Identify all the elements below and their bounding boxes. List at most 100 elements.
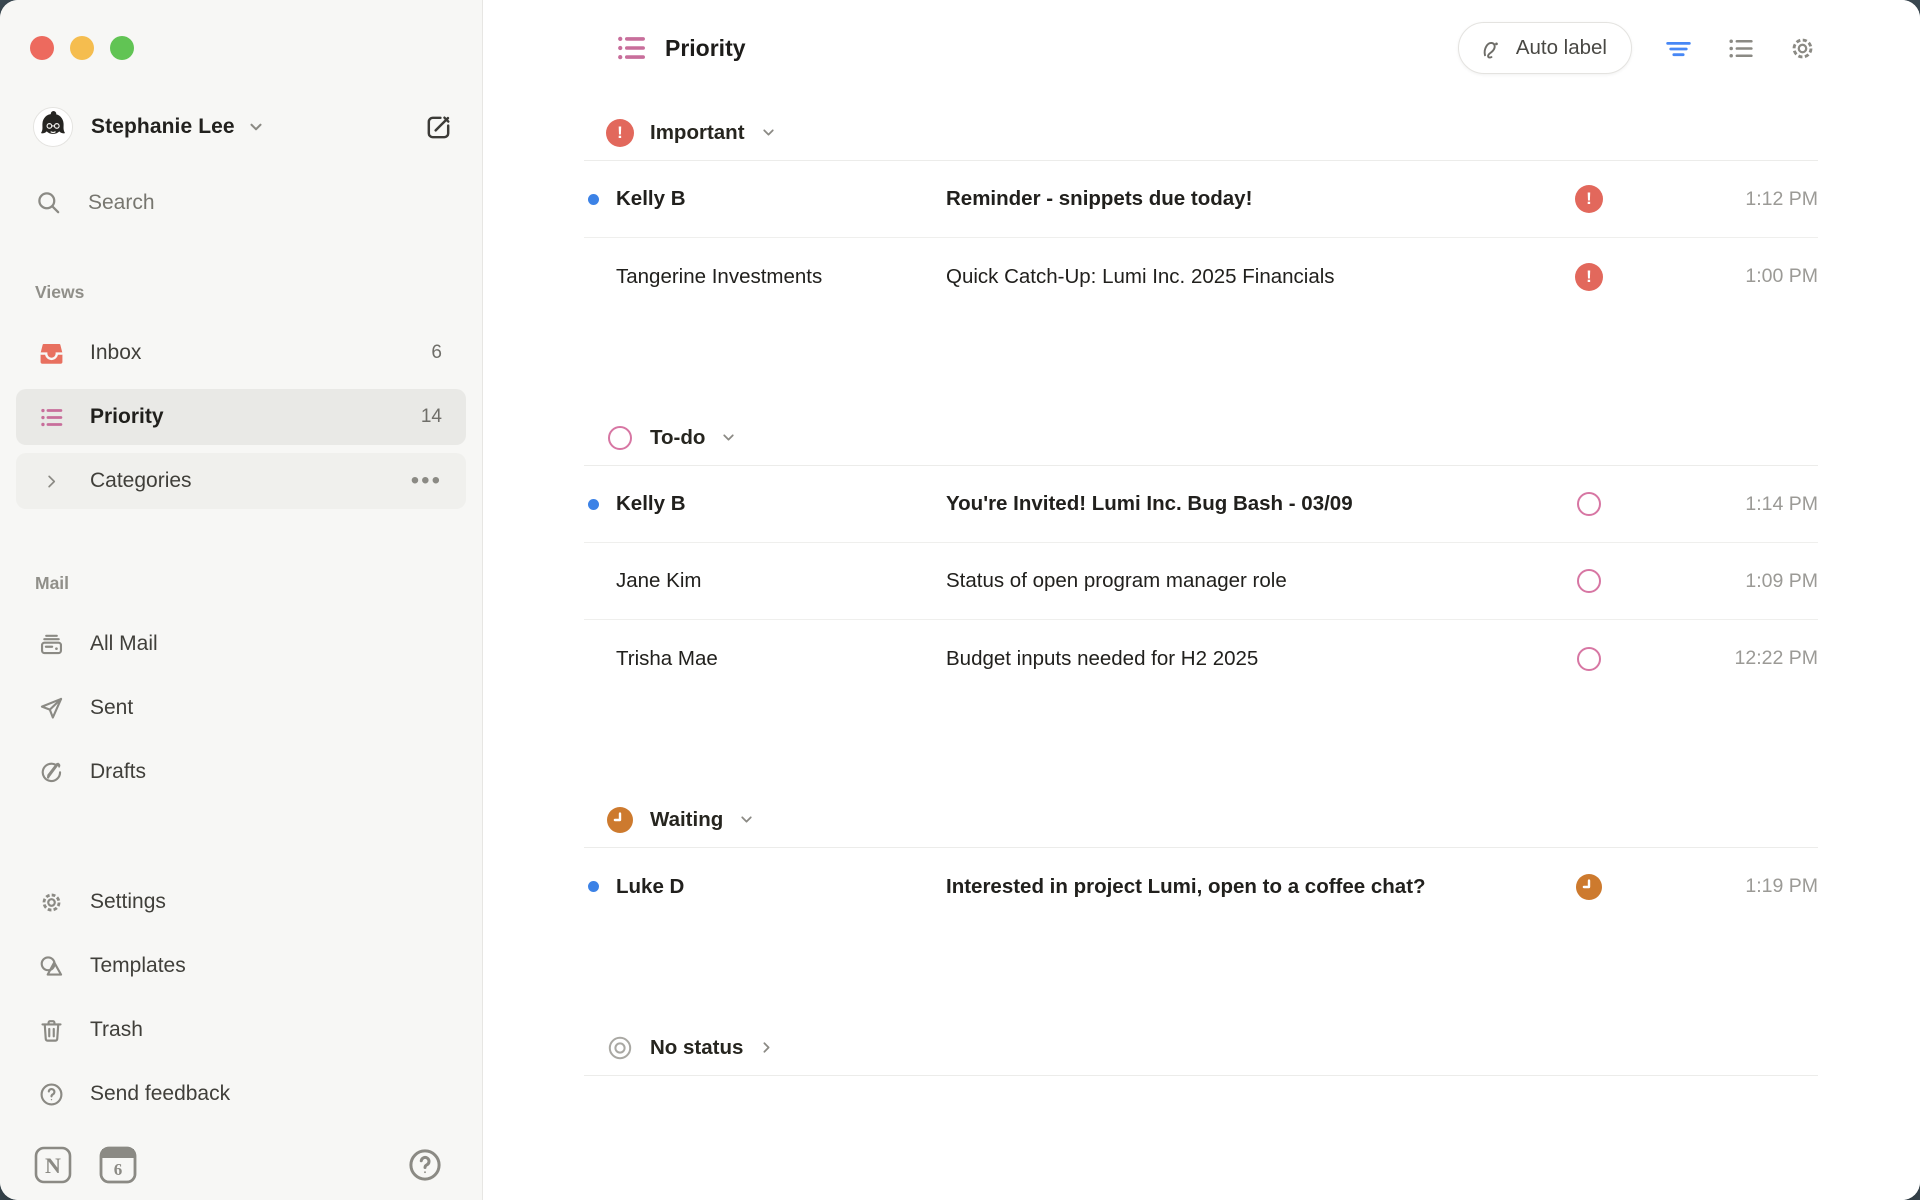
sidebar-item-settings[interactable]: Settings — [16, 874, 466, 930]
group-label: No status — [650, 1036, 743, 1060]
sidebar-item-label: Send feedback — [90, 1082, 230, 1106]
all-mail-icon — [38, 631, 65, 658]
sidebar: Stephanie Lee Search Vie — [0, 0, 483, 1200]
chevron-down-icon — [760, 124, 777, 141]
todo-status-icon — [1577, 647, 1601, 671]
email-group-waiting: Waiting Luke DInterested in project Lumi,… — [584, 792, 1818, 925]
section-label-mail: Mail — [35, 573, 482, 594]
email-row[interactable]: Luke DInterested in project Lumi, open t… — [584, 848, 1818, 925]
gear-icon[interactable] — [1787, 33, 1818, 64]
waiting-status-icon — [606, 806, 634, 834]
sidebar-item-all-mail[interactable]: All Mail — [16, 616, 466, 672]
auto-label-wand-icon — [1477, 35, 1504, 62]
help-icon — [38, 1081, 65, 1108]
important-status-icon: ! — [1575, 185, 1603, 213]
auto-label-button[interactable]: Auto label — [1458, 22, 1632, 74]
notion-logo-icon[interactable]: N — [33, 1145, 73, 1185]
email-row[interactable]: Tangerine InvestmentsQuick Catch-Up: Lum… — [584, 238, 1818, 315]
group-header-important[interactable]: !Important — [584, 105, 1818, 161]
account-switcher[interactable]: Stephanie Lee — [73, 115, 265, 139]
chevron-down-icon — [247, 118, 265, 136]
email-status-badge[interactable] — [1575, 647, 1603, 671]
unread-indicator-col — [584, 499, 616, 510]
unread-dot — [588, 194, 599, 205]
important-status-icon: ! — [1575, 263, 1603, 291]
email-row[interactable]: Jane KimStatus of open program manager r… — [584, 543, 1818, 620]
page-title: Priority — [665, 35, 746, 62]
email-time: 1:14 PM — [1603, 493, 1818, 516]
trash-icon — [38, 1017, 65, 1044]
list-view-icon[interactable] — [1725, 33, 1756, 64]
waiting-status-icon — [1575, 873, 1603, 901]
todo-status-icon — [608, 426, 632, 450]
email-status-badge[interactable]: ! — [1575, 263, 1603, 291]
group-label: Important — [650, 121, 745, 145]
more-options-button[interactable]: ••• — [411, 476, 442, 486]
no-status-icon — [606, 1034, 634, 1062]
utility-items: Settings Templates Trash Send feedback — [0, 874, 482, 1130]
email-group-important: !ImportantKelly BReminder - snippets due… — [584, 105, 1818, 315]
email-groups: !ImportantKelly BReminder - snippets due… — [584, 105, 1818, 1076]
help-circle-icon[interactable] — [407, 1147, 443, 1183]
drafts-icon — [38, 759, 65, 786]
search-button[interactable]: Search — [35, 189, 454, 216]
filter-icon[interactable] — [1663, 33, 1694, 64]
send-icon — [38, 695, 65, 722]
chevron-down-icon — [720, 429, 737, 446]
zoom-button[interactable] — [110, 36, 134, 60]
email-group-todo: To-doKelly BYou're Invited! Lumi Inc. Bu… — [584, 410, 1818, 697]
auto-label-text: Auto label — [1516, 36, 1607, 60]
todo-status-icon — [1577, 569, 1601, 593]
calendar-icon[interactable]: 6 — [98, 1145, 138, 1185]
minimize-button[interactable] — [70, 36, 94, 60]
group-header-todo[interactable]: To-do — [584, 410, 1818, 466]
sidebar-item-priority[interactable]: Priority14 — [16, 389, 466, 445]
mail-list-pane: Priority Auto label — [483, 0, 1920, 1200]
sidebar-item-inbox[interactable]: Inbox6 — [16, 325, 466, 381]
email-sender: Kelly B — [616, 492, 946, 516]
email-rows: Kelly BReminder - snippets due today!!1:… — [584, 161, 1818, 315]
email-row[interactable]: Trisha MaeBudget inputs needed for H2 20… — [584, 620, 1818, 697]
svg-text:6: 6 — [114, 1160, 123, 1179]
view-header: Priority Auto label — [584, 0, 1818, 96]
close-button[interactable] — [30, 36, 54, 60]
sidebar-item-trash[interactable]: Trash — [16, 1002, 466, 1058]
email-rows: Luke DInterested in project Lumi, open t… — [584, 848, 1818, 925]
unread-dot — [588, 499, 599, 510]
email-status-badge[interactable] — [1575, 492, 1603, 516]
email-subject: Quick Catch-Up: Lumi Inc. 2025 Financial… — [946, 265, 1575, 289]
avatar — [33, 107, 73, 147]
sidebar-item-label: Templates — [90, 954, 186, 978]
email-sender: Luke D — [616, 875, 946, 899]
email-row[interactable]: Kelly BYou're Invited! Lumi Inc. Bug Bas… — [584, 466, 1818, 543]
group-label: Waiting — [650, 808, 723, 832]
sidebar-item-drafts[interactable]: Drafts — [16, 744, 466, 800]
header-actions: Auto label — [1458, 22, 1818, 74]
section-label-views: Views — [35, 282, 482, 303]
compose-button[interactable] — [423, 112, 454, 143]
priority-list-icon — [614, 31, 648, 65]
email-subject: Reminder - snippets due today! — [946, 187, 1575, 211]
sidebar-item-sent[interactable]: Sent — [16, 680, 466, 736]
templates-icon — [38, 953, 65, 980]
sidebar-item-label: All Mail — [90, 632, 158, 656]
email-time: 12:22 PM — [1603, 647, 1818, 670]
email-status-badge[interactable] — [1575, 569, 1603, 593]
email-rows: Kelly BYou're Invited! Lumi Inc. Bug Bas… — [584, 466, 1818, 697]
unread-count: 14 — [421, 406, 442, 428]
group-header-waiting[interactable]: Waiting — [584, 792, 1818, 848]
sidebar-item-send-feedback[interactable]: Send feedback — [16, 1066, 466, 1122]
chevron-right-icon — [758, 1039, 775, 1056]
sidebar-item-label: Trash — [90, 1018, 143, 1042]
traffic-lights — [0, 0, 482, 60]
sidebar-item-templates[interactable]: Templates — [16, 938, 466, 994]
email-sender: Tangerine Investments — [616, 265, 946, 289]
group-header-no-status[interactable]: No status — [584, 1020, 1818, 1076]
email-sender: Jane Kim — [616, 569, 946, 593]
email-status-badge[interactable]: ! — [1575, 185, 1603, 213]
email-row[interactable]: Kelly BReminder - snippets due today!!1:… — [584, 161, 1818, 238]
sidebar-item-categories[interactable]: Categories••• — [16, 453, 466, 509]
email-time: 1:19 PM — [1603, 875, 1818, 898]
sidebar-item-label: Sent — [90, 696, 133, 720]
email-status-badge[interactable] — [1575, 873, 1603, 901]
